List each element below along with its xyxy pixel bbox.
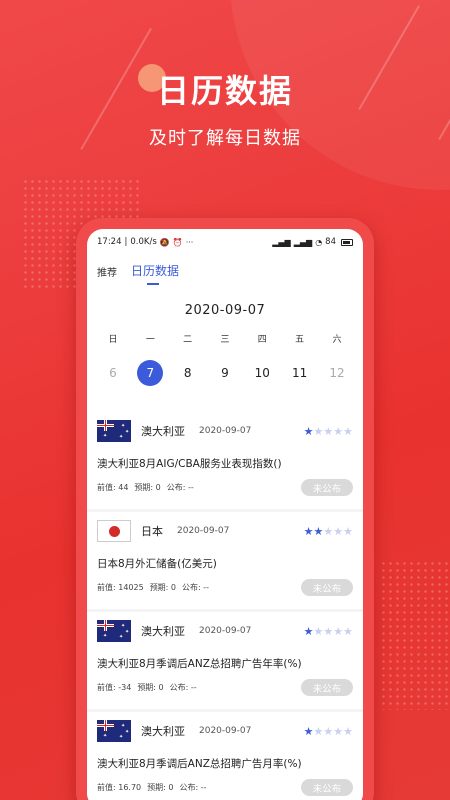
weekday-label: 日 xyxy=(108,335,118,345)
item-title: 澳大利亚8月AIG/CBA服务业表现指数() xyxy=(97,458,282,470)
item-title: 澳大利亚8月季调后ANZ总招聘广告年率(%) xyxy=(97,658,302,670)
item-title: 日本8月外汇储备(亿美元) xyxy=(97,558,217,570)
unpublished-button[interactable]: 未公布 xyxy=(301,779,353,796)
list-item[interactable]: ✦ ✦ ✦ ✦ 澳大利亚 2020-09-07 ★★★★★ 澳大利亚8月季调后A… xyxy=(87,612,363,709)
calendar-date[interactable]: 2020-09-07 xyxy=(87,303,363,318)
previous-value: 前值: -34 xyxy=(97,683,132,692)
actual-value: 公布: -- xyxy=(169,683,197,692)
status-speed: 0.0K/s xyxy=(130,237,157,247)
mute-icon: 🔕 xyxy=(159,237,170,247)
more-icon: ··· xyxy=(185,237,194,247)
item-date: 2020-09-07 xyxy=(199,426,252,436)
importance-stars: ★★★★★ xyxy=(303,624,353,638)
battery-level: 84 xyxy=(325,237,336,247)
signal-icon: ▂▄▆ xyxy=(272,237,291,247)
selected-day[interactable]: 7 xyxy=(137,360,164,386)
battery-icon xyxy=(341,238,353,246)
event-list: ✦ ✦ ✦ ✦ 澳大利亚 2020-09-07 ★★★★★ 澳大利亚8月AIG/… xyxy=(87,412,363,800)
unpublished-button[interactable]: 未公布 xyxy=(301,579,353,596)
australia-flag-icon: ✦ ✦ ✦ ✦ xyxy=(97,720,131,742)
status-time: 17:24 xyxy=(97,237,122,247)
forecast-value: 预期: 0 xyxy=(147,783,174,792)
tab-calendar-data[interactable]: 日历数据 xyxy=(131,262,179,285)
actual-value: 公布: -- xyxy=(182,583,210,592)
previous-value: 前值: 16.70 xyxy=(97,783,142,792)
actual-value: 公布: -- xyxy=(179,783,207,792)
hero-title: 日历数据 xyxy=(156,72,293,110)
australia-flag-icon: ✦ ✦ ✦ ✦ xyxy=(97,620,131,642)
importance-stars: ★★★★★ xyxy=(303,724,353,738)
status-separator: | xyxy=(124,237,128,247)
weekday-label: 五 xyxy=(295,335,305,345)
list-item[interactable]: ✦ ✦ ✦ ✦ 澳大利亚 2020-09-07 ★★★★★ 澳大利亚8月季调后A… xyxy=(87,712,363,800)
alarm-icon: ⏰ xyxy=(172,237,183,247)
decor-dots xyxy=(380,560,450,710)
list-item[interactable]: 日本 2020-09-07 ★★★★★ 日本8月外汇储备(亿美元) 前值: 14… xyxy=(87,512,363,609)
actual-value: 公布: -- xyxy=(166,483,194,492)
weekday-label: 四 xyxy=(257,335,267,345)
list-item[interactable]: ✦ ✦ ✦ ✦ 澳大利亚 2020-09-07 ★★★★★ 澳大利亚8月AIG/… xyxy=(87,412,363,509)
tab-recommend[interactable]: 推荐 xyxy=(97,264,117,285)
unpublished-button[interactable]: 未公布 xyxy=(301,479,353,496)
day-cell[interactable]: 8 xyxy=(174,366,202,380)
importance-stars: ★★★★★ xyxy=(303,424,353,438)
hero-subtitle: 及时了解每日数据 xyxy=(149,128,301,149)
day-cell[interactable]: 9 xyxy=(211,366,239,380)
country-name: 澳大利亚 xyxy=(141,725,185,738)
status-bar: 17:24 | 0.0K/s 🔕 ⏰ ··· ▂▄▆ ▂▄▆ ◔ 84 xyxy=(87,229,363,255)
forecast-value: 预期: 0 xyxy=(149,583,177,592)
signal-icon: ▂▄▆ xyxy=(293,237,313,247)
weekday-label: 三 xyxy=(220,335,230,345)
wifi-icon: ◔ xyxy=(315,237,323,247)
day-cell[interactable]: 10 xyxy=(248,366,276,380)
forecast-value: 预期: 0 xyxy=(134,483,161,492)
day-cell[interactable]: 6 xyxy=(99,366,127,380)
day-cell[interactable]: 12 xyxy=(323,366,351,380)
weekday-row: 日 一 二 三 四 五 六 xyxy=(87,332,363,345)
country-name: 日本 xyxy=(141,525,163,538)
weekday-label: 一 xyxy=(145,335,155,345)
tab-bar: 推荐 日历数据 xyxy=(87,255,363,285)
country-name: 澳大利亚 xyxy=(141,625,185,638)
item-date: 2020-09-07 xyxy=(199,626,252,636)
japan-flag-icon xyxy=(97,520,131,542)
item-date: 2020-09-07 xyxy=(199,726,252,736)
day-cell[interactable]: 11 xyxy=(286,366,314,380)
item-title: 澳大利亚8月季调后ANZ总招聘广告月率(%) xyxy=(97,758,302,770)
unpublished-button[interactable]: 未公布 xyxy=(301,679,353,696)
importance-stars: ★★★★★ xyxy=(303,524,353,538)
country-name: 澳大利亚 xyxy=(141,425,185,438)
day-cell-selected[interactable]: 7 xyxy=(136,360,164,386)
weekday-label: 二 xyxy=(183,335,193,345)
previous-value: 前值: 44 xyxy=(97,483,129,492)
weekday-label: 六 xyxy=(332,335,342,345)
previous-value: 前值: 14025 xyxy=(97,583,144,592)
day-row: 6 7 8 9 10 11 12 xyxy=(87,359,363,387)
forecast-value: 预期: 0 xyxy=(137,683,164,692)
item-date: 2020-09-07 xyxy=(177,526,230,536)
australia-flag-icon: ✦ ✦ ✦ ✦ xyxy=(97,420,131,442)
phone-screen: 17:24 | 0.0K/s 🔕 ⏰ ··· ▂▄▆ ▂▄▆ ◔ 84 推荐 日… xyxy=(87,229,363,800)
